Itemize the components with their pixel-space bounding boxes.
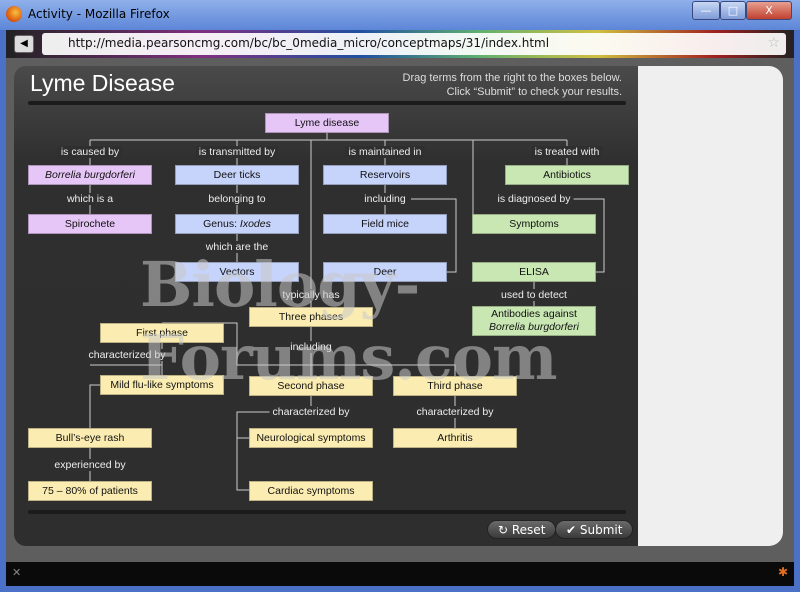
link-label: characterized by	[269, 406, 353, 418]
link-label: belonging to	[205, 193, 269, 205]
box-mild-symptoms[interactable]: Mild flu-like symptoms	[100, 375, 224, 395]
reset-label: Reset	[511, 523, 546, 537]
box-bullseye-rash[interactable]: Bull’s-eye rash	[28, 428, 152, 448]
box-lyme-disease[interactable]: Lyme disease	[265, 113, 389, 133]
box-antibiotics[interactable]: Antibiotics	[505, 165, 629, 185]
link-label: characterized by	[413, 406, 497, 418]
connector-lines	[89, 133, 605, 491]
status-bar: ✕ ✱	[6, 562, 794, 586]
box-elisa[interactable]: ELISA	[472, 262, 596, 282]
link-label: including	[361, 193, 409, 205]
check-icon: ✔	[566, 523, 580, 537]
link-label: which is a	[63, 193, 117, 205]
reset-icon: ↻	[498, 523, 512, 537]
box-borrelia[interactable]: Borrelia burgdorferi	[28, 165, 152, 185]
link-label: is maintained in	[345, 146, 425, 158]
submit-button[interactable]: ✔ Submit	[555, 520, 634, 539]
box-vectors[interactable]: Vectors	[175, 262, 299, 282]
link-label: is treated with	[531, 146, 603, 158]
link-label: experienced by	[51, 459, 129, 471]
link-label: is caused by	[57, 146, 123, 158]
submit-label: Submit	[579, 523, 623, 537]
link-label: used to detect	[498, 289, 570, 301]
box-neurological[interactable]: Neurological symptoms	[249, 428, 373, 448]
firebug-icon[interactable]: ✱	[778, 565, 788, 579]
box-deer-ticks[interactable]: Deer ticks	[175, 165, 299, 185]
box-arthritis[interactable]: Arthritis	[393, 428, 517, 448]
genus-label: Genus:	[203, 218, 240, 230]
addon-icon[interactable]: ✕	[12, 566, 21, 579]
genus-name: Ixodes	[239, 218, 271, 230]
box-third-phase[interactable]: Third phase	[393, 376, 517, 396]
box-deer[interactable]: Deer	[323, 262, 447, 282]
box-antibodies[interactable]: Antibodies against Borrelia burgdorferi	[472, 306, 596, 336]
box-symptoms[interactable]: Symptoms	[472, 214, 596, 234]
link-label: typically has	[279, 289, 343, 301]
antibodies-line: Borrelia burgdorferi	[489, 321, 579, 333]
box-three-phases[interactable]: Three phases	[249, 307, 373, 327]
box-cardiac[interactable]: Cardiac symptoms	[249, 481, 373, 501]
link-label: is diagnosed by	[494, 193, 574, 205]
antibodies-line: Antibodies against	[491, 308, 577, 320]
link-label: which are the	[202, 241, 272, 253]
link-label: including	[287, 341, 335, 353]
link-label: is transmitted by	[195, 146, 279, 158]
box-second-phase[interactable]: Second phase	[249, 376, 373, 396]
box-reservoirs[interactable]: Reservoirs	[323, 165, 447, 185]
box-genus[interactable]: Genus: Ixodes	[175, 214, 299, 234]
box-field-mice[interactable]: Field mice	[323, 214, 447, 234]
link-label: characterized by	[85, 349, 169, 361]
box-percent-patients[interactable]: 75 – 80% of patients	[28, 481, 152, 501]
box-spirochete[interactable]: Spirochete	[28, 214, 152, 234]
box-first-phase[interactable]: First phase	[100, 323, 224, 343]
reset-button[interactable]: ↻ Reset	[487, 520, 557, 539]
